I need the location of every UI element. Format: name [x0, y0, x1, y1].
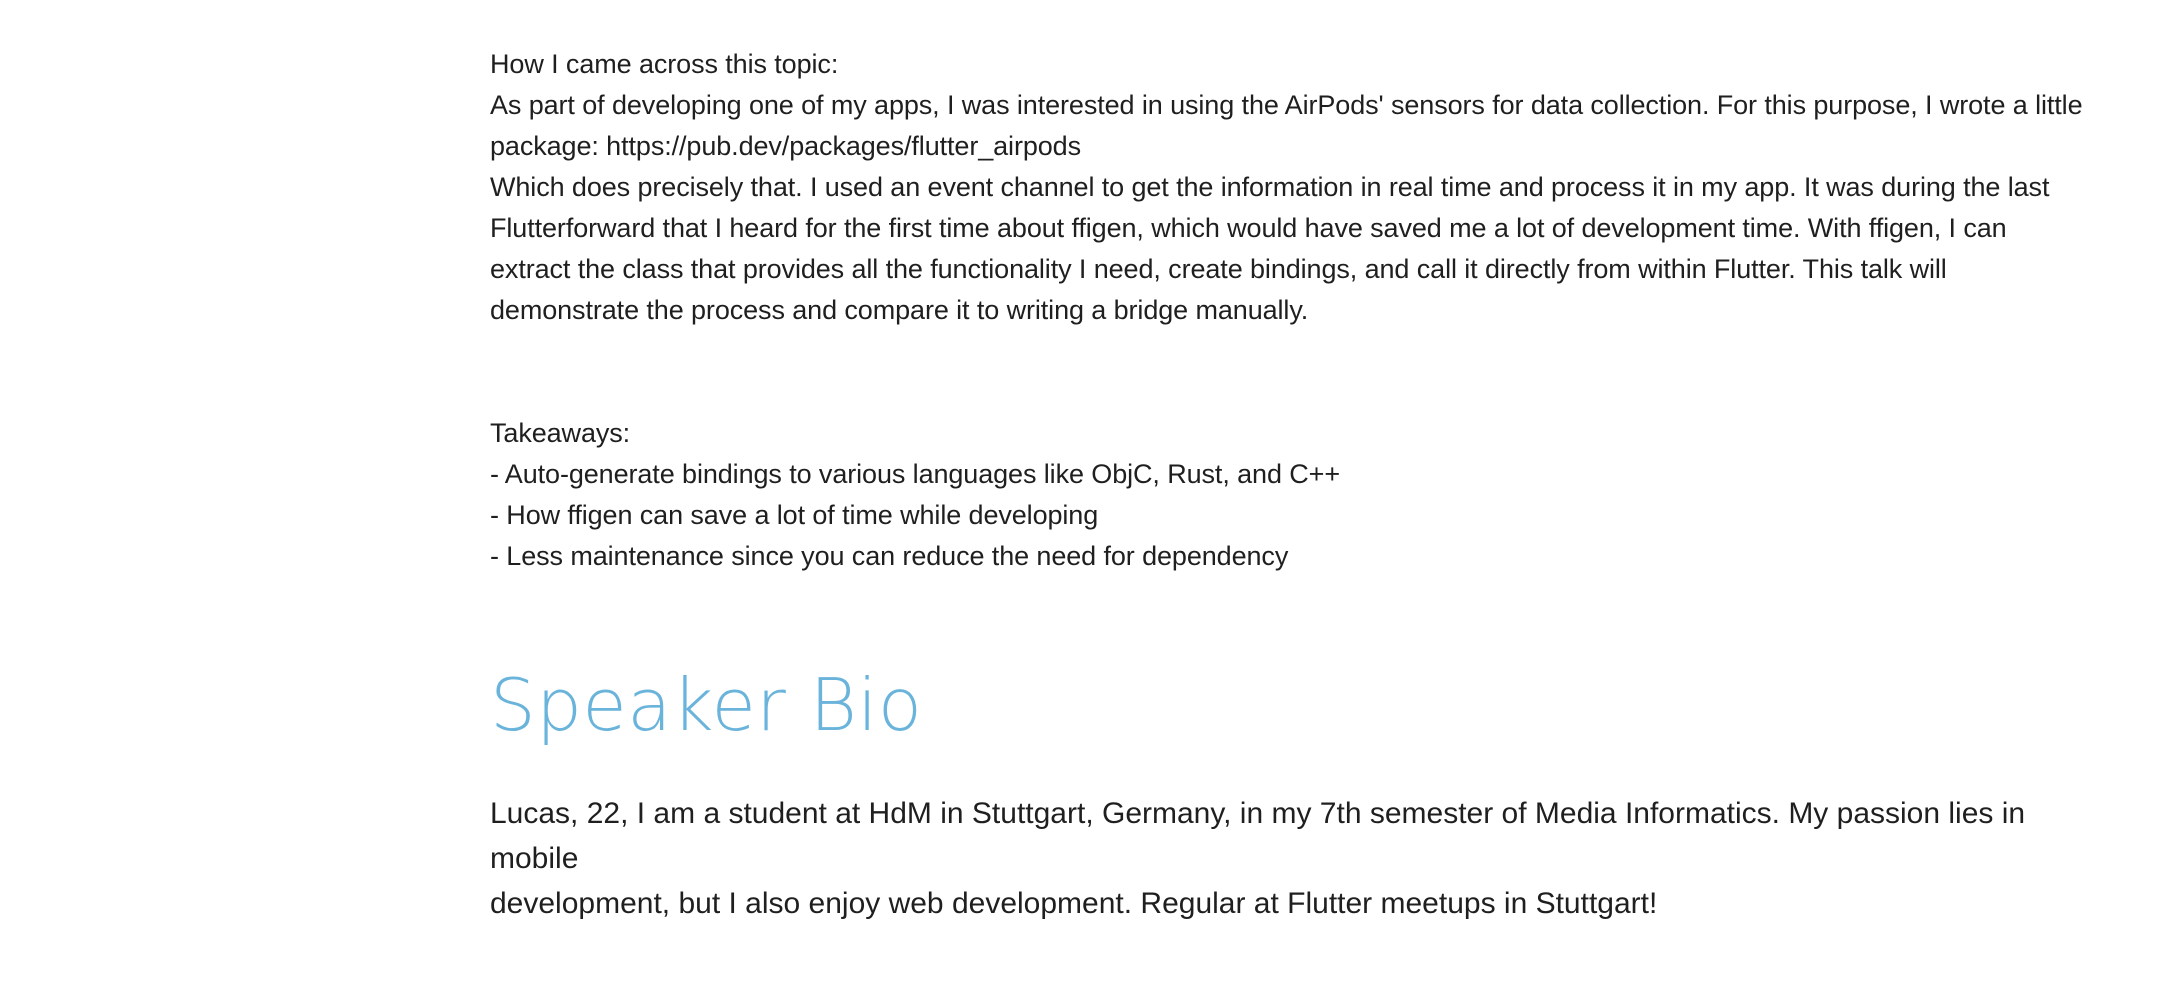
takeaway-item: - How ffigen can save a lot of time whil… [490, 500, 1099, 530]
takeaway-item: - Auto-generate bindings to various lang… [490, 459, 1341, 489]
speaker-bio-text: Lucas, 22, I am a student at HdM in Stut… [490, 791, 2090, 926]
speaker-bio-line: development, but I also enjoy web develo… [490, 887, 1658, 920]
talk-description: How I came across this topic: As part of… [490, 44, 2090, 577]
intro-line: As part of developing one of my apps, I … [490, 90, 2083, 120]
intro-line: Which does precisely that. I used an eve… [490, 172, 2050, 202]
speaker-bio-title: Speaker Bio [490, 663, 923, 747]
takeaways-heading: Takeaways: [490, 418, 631, 448]
intro-line: demonstrate the process and compare it t… [490, 295, 1309, 325]
intro-line: extract the class that provides all the … [490, 254, 1947, 284]
takeaway-item: - Less maintenance since you can reduce … [490, 541, 1289, 571]
intro-heading: How I came across this topic: [490, 49, 839, 79]
intro-line: Flutterforward that I heard for the firs… [490, 213, 2007, 243]
talk-content: How I came across this topic: As part of… [490, 44, 2090, 926]
intro-line: package: https://pub.dev/packages/flutte… [490, 131, 1081, 161]
speaker-bio-line: Lucas, 22, I am a student at HdM in Stut… [490, 797, 2026, 875]
